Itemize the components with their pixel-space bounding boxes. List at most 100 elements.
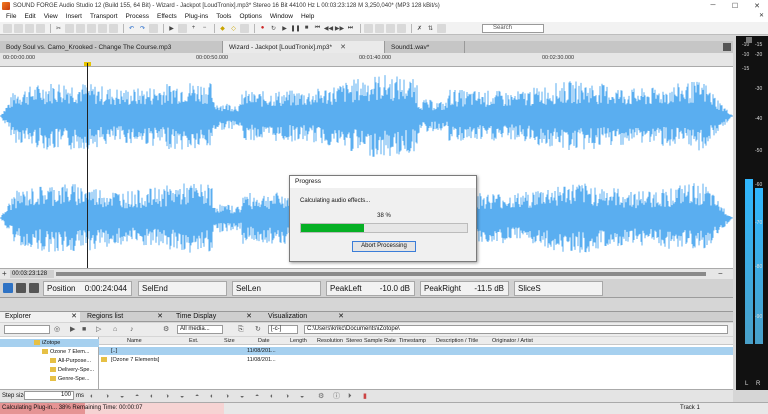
step-size-input[interactable]: 100 [24, 391, 74, 400]
nudge-icon[interactable]: ◐ [210, 393, 218, 400]
apply-icon[interactable]: ⏵ [348, 393, 356, 400]
column-header[interactable]: Originator / Artist [492, 337, 533, 345]
zoom-out-button[interactable]: − [718, 269, 723, 278]
eq-icon[interactable] [375, 23, 384, 33]
nudge-icon[interactable]: ◐ [90, 393, 98, 400]
nudge-icon[interactable]: ◑ [105, 393, 113, 400]
folder-up-icon[interactable]: ⌂ [113, 326, 120, 333]
folder-tree[interactable]: iZotope Ozone 7 Elem... All-Purpose... D… [0, 337, 99, 389]
file-list[interactable]: Name Ext. Size Date Length Resolution St… [99, 337, 733, 389]
tab-close-icon[interactable]: ✕ [71, 312, 77, 322]
abort-processing-button[interactable]: Abort Processing [352, 241, 416, 252]
column-header[interactable]: Sample Rate [364, 337, 396, 345]
undo-history-icon[interactable] [149, 23, 158, 33]
menu-edit[interactable]: Edit [20, 13, 39, 20]
tab-close-icon[interactable]: ✕ [246, 312, 252, 322]
tree-node[interactable]: Ozone 7 Elem... [42, 348, 89, 356]
copy-icon[interactable] [65, 23, 74, 33]
maximize-button[interactable]: ☐ [724, 0, 746, 11]
redo-icon[interactable]: ↷ [138, 24, 147, 33]
path-field[interactable]: C:\Users\krikc\Documents\iZotope\ [304, 325, 728, 334]
paste-icon[interactable] [76, 23, 85, 33]
save-all-icon[interactable] [36, 23, 45, 33]
record-mode-icon[interactable] [3, 283, 13, 293]
settings-gear-icon[interactable]: ⚙ [163, 326, 170, 333]
playhead-cursor[interactable] [87, 63, 88, 273]
tree-node[interactable]: iZotope [0, 339, 99, 347]
nudge-icon[interactable]: ◒ [180, 393, 188, 400]
nudge-icon[interactable]: ◒ [240, 393, 248, 400]
close-button[interactable]: ✕ [746, 0, 768, 11]
menu-insert[interactable]: Insert [62, 13, 86, 20]
doc-tab[interactable]: Sound1.wav* [385, 41, 465, 53]
cut-icon[interactable]: ✂ [54, 24, 63, 33]
tree-node[interactable]: All-Purpose... [50, 357, 91, 365]
record-icon[interactable]: ● [258, 24, 267, 33]
column-header[interactable]: Length [290, 337, 307, 345]
menu-transport[interactable]: Transport [86, 13, 122, 20]
tab-visualization[interactable]: Visualization ✕ [263, 312, 347, 322]
go-to-start-icon[interactable]: ⏮ [313, 24, 322, 33]
sellen-field[interactable]: SelLen [232, 281, 321, 296]
column-header[interactable]: Ext. [189, 337, 198, 345]
tab-explorer[interactable]: Explorer ✕ [0, 312, 80, 322]
refresh-icon[interactable]: ↻ [255, 326, 262, 333]
save-icon[interactable] [25, 23, 34, 33]
forward-icon[interactable]: ▶▶ [335, 24, 344, 33]
zoom-in-icon[interactable]: + [189, 24, 198, 33]
drive-select[interactable]: [-c-] [268, 325, 298, 334]
search-input[interactable]: Search [482, 24, 544, 33]
slices-field[interactable]: SliceS [514, 281, 603, 296]
column-header[interactable]: Description / Title [436, 337, 478, 345]
explorer-search-input[interactable] [4, 325, 50, 334]
menu-tools[interactable]: Tools [212, 13, 235, 20]
snap-icon[interactable] [240, 23, 249, 33]
tree-node[interactable]: Delivery-Spe... [50, 366, 94, 374]
peakleft-field[interactable]: PeakLeft -10.0 dB [326, 281, 415, 296]
tree-node[interactable]: Genre-Spe... [50, 375, 90, 383]
time-ruler[interactable]: 00:00:00.000 00:00:50.000 00:01:40.000 0… [0, 53, 733, 67]
mute-icon[interactable]: ✗ [415, 24, 424, 33]
minimize-button[interactable]: ─ [702, 0, 724, 11]
tab-time-display[interactable]: Time Display ✕ [171, 312, 255, 322]
repeat-icon[interactable] [178, 23, 187, 33]
play-icon[interactable]: ▶ [280, 24, 289, 33]
zoom-out-icon[interactable]: − [200, 24, 209, 33]
play-file-icon[interactable]: ▶ [70, 326, 77, 333]
peakright-field[interactable]: PeakRight -11.5 dB [420, 281, 509, 296]
zoom-in-button[interactable]: + [2, 269, 7, 278]
stop-icon[interactable]: ■ [302, 24, 311, 33]
menu-options[interactable]: Options [235, 13, 265, 20]
open-file-icon[interactable] [14, 23, 23, 33]
column-header[interactable]: Timestamp [399, 337, 426, 345]
tab-close-icon[interactable]: ✕ [157, 312, 163, 322]
column-header[interactable]: Date [258, 337, 270, 345]
view-icon[interactable]: ◎ [54, 326, 61, 333]
doc-tab[interactable]: Body Soul vs. Camo_Krooked - Change The … [0, 41, 223, 53]
column-header[interactable]: Size [224, 337, 235, 345]
batch-icon[interactable] [386, 23, 395, 33]
fx-icon[interactable] [437, 23, 446, 33]
nudge-icon[interactable]: ◓ [255, 393, 263, 400]
column-header[interactable]: Resolution [317, 337, 343, 345]
autoplay-icon[interactable]: ▷ [96, 326, 103, 333]
menu-window[interactable]: Window [266, 13, 297, 20]
copy-files-icon[interactable]: ⎘ [238, 326, 245, 333]
rewind-icon[interactable]: ◀◀ [324, 24, 333, 33]
menu-process[interactable]: Process [122, 13, 153, 20]
menu-plugins[interactable]: Plug-ins [181, 13, 212, 20]
nudge-icon[interactable]: ◐ [150, 393, 158, 400]
column-header[interactable]: Stereo [346, 337, 362, 345]
doc-tab-active[interactable]: Wizard - Jackpot [LoudTronix].mp3* ✕ [223, 41, 385, 53]
menu-close-doc-button[interactable]: ✕ [759, 12, 764, 19]
spectrum-icon[interactable] [364, 23, 373, 33]
pause-icon[interactable]: ❚❚ [290, 24, 300, 33]
marker-icon[interactable]: ◆ [218, 24, 227, 33]
menu-help[interactable]: Help [297, 13, 318, 20]
tab-list-menu-icon[interactable] [723, 43, 731, 51]
nudge-icon[interactable]: ◑ [165, 393, 173, 400]
file-row[interactable]: [..] 11/08/201... [99, 347, 733, 355]
nudge-icon[interactable]: ◑ [285, 393, 293, 400]
file-row[interactable]: [Ozone 7 Elements] 11/08/201... [99, 356, 733, 364]
speaker-icon[interactable] [29, 283, 39, 293]
